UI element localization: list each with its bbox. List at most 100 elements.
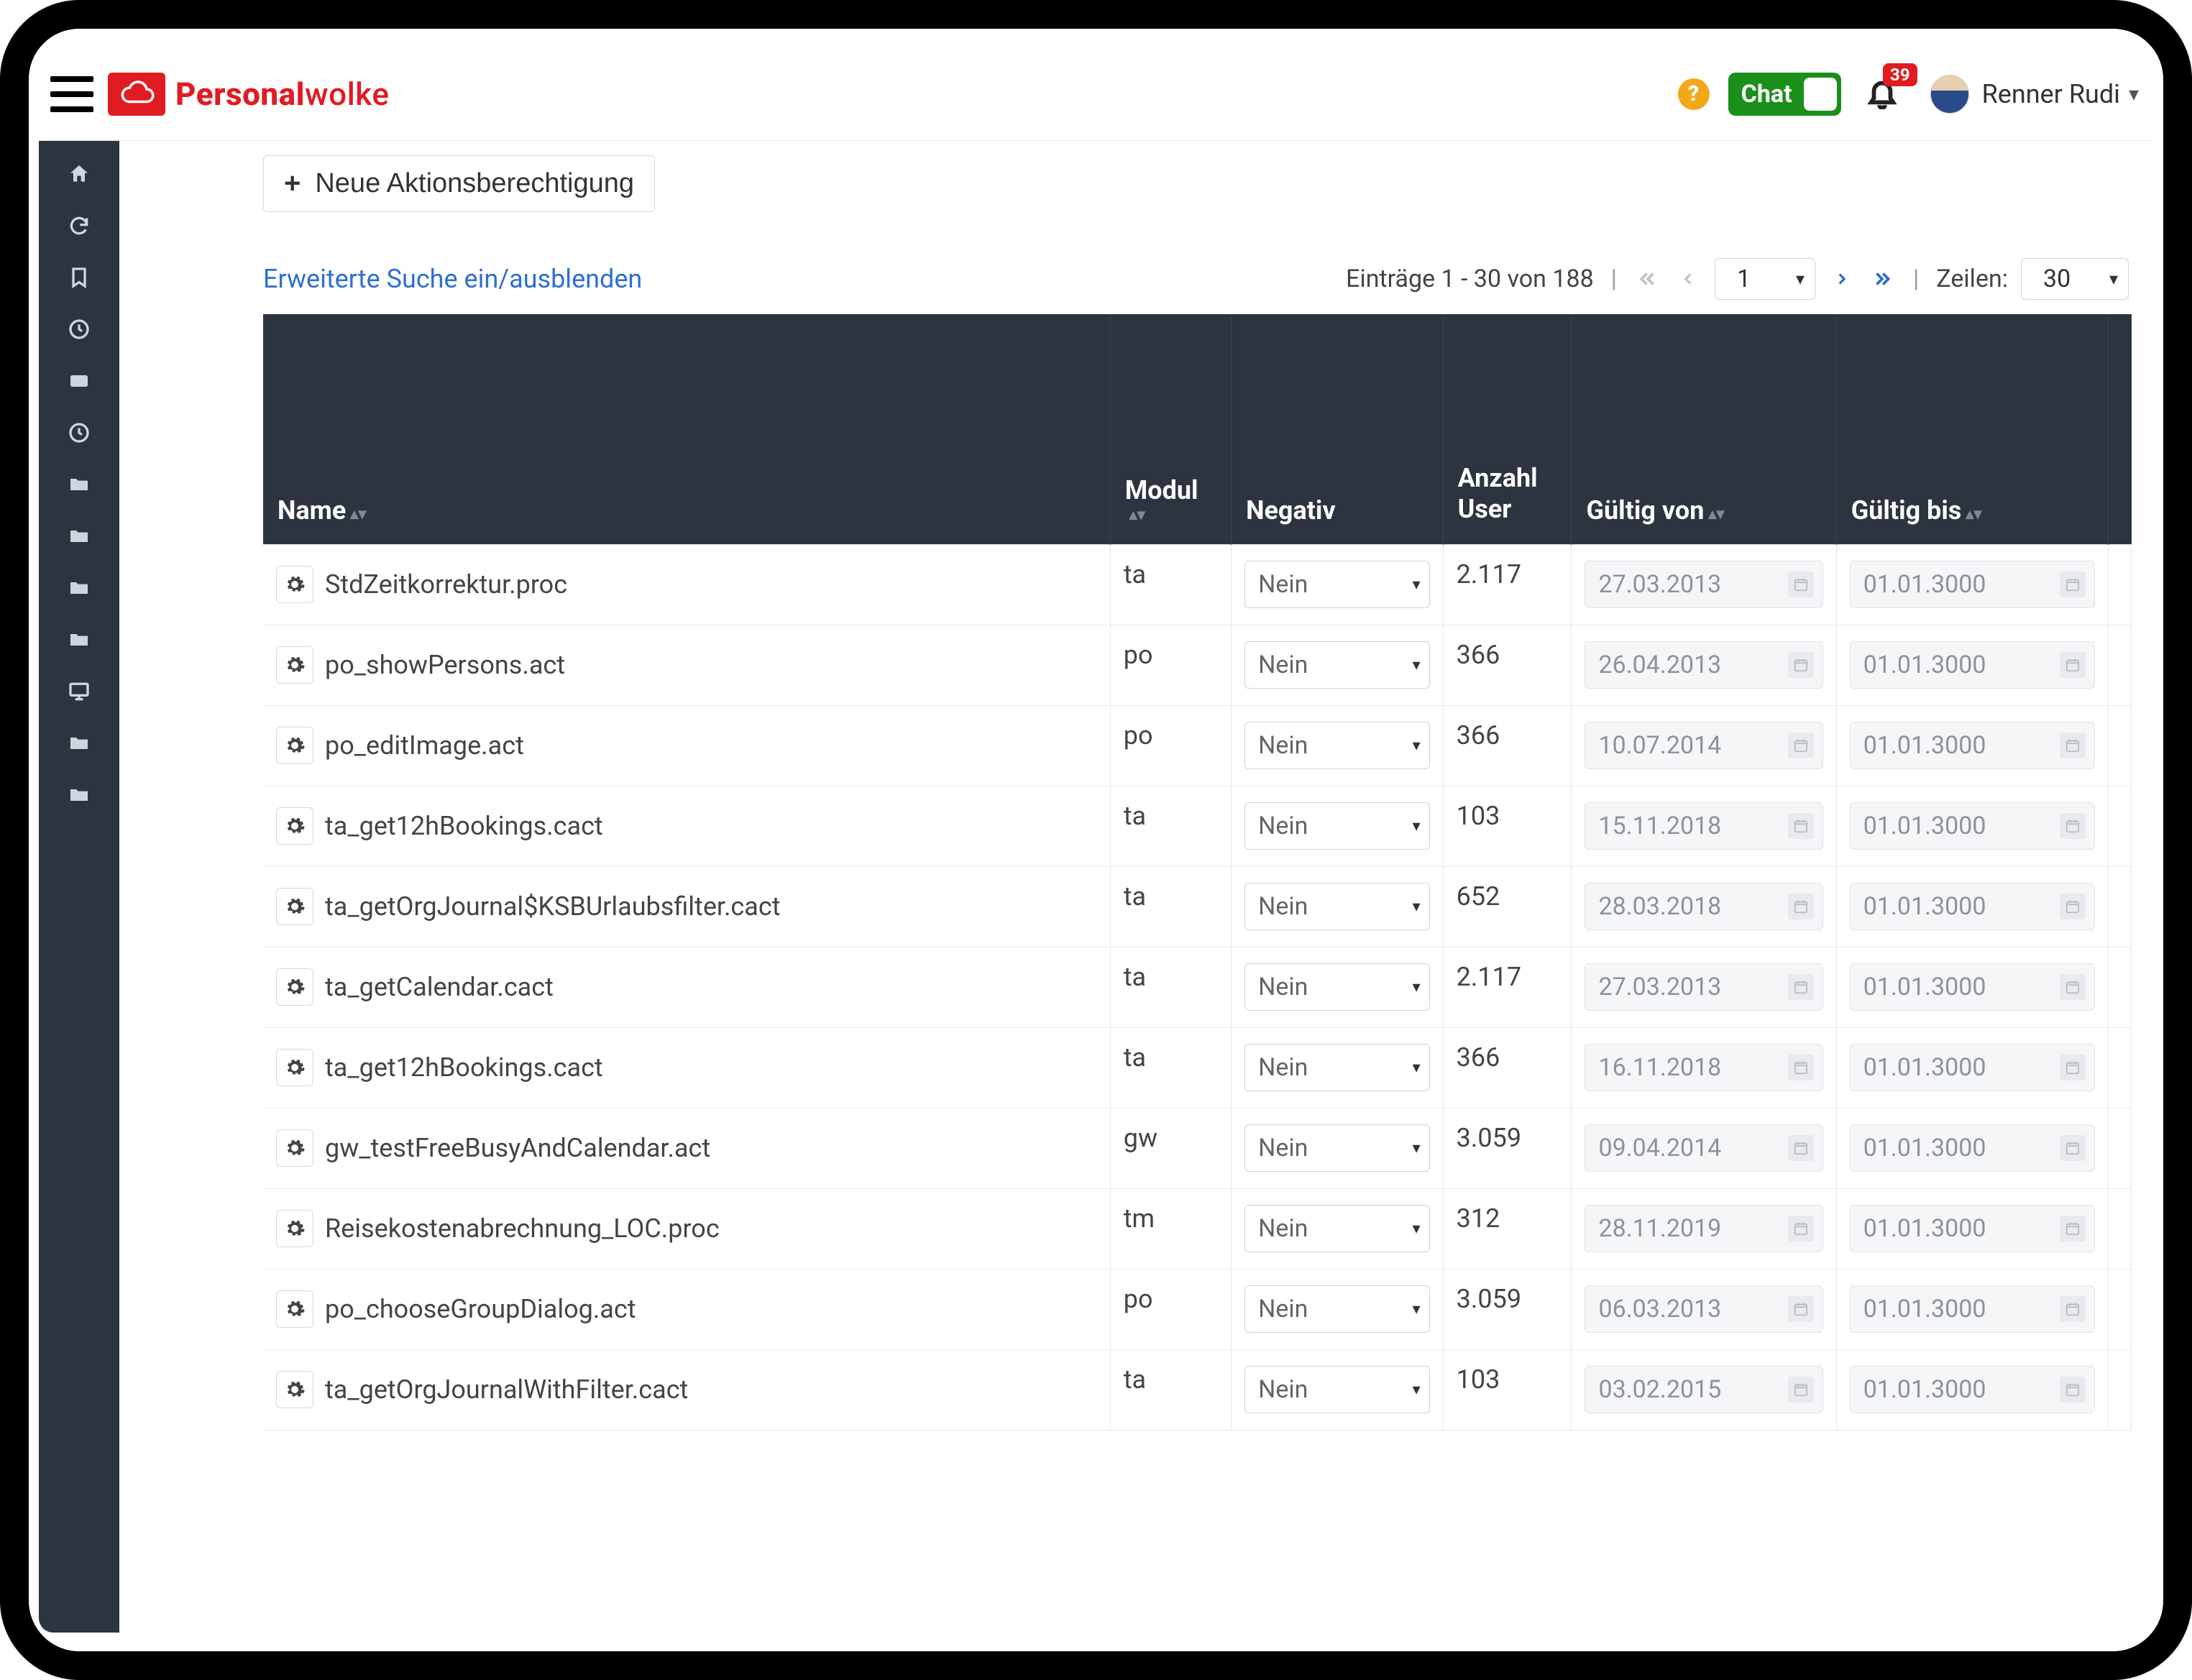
date-field[interactable]: 01.01.3000 [1850,802,2096,850]
calendar-icon [1788,1135,1814,1161]
row-settings-button[interactable] [276,1371,313,1408]
row-settings-button[interactable] [276,727,313,764]
row-settings-button[interactable] [276,646,313,684]
user-name[interactable]: Renner Rudi [1982,79,2120,109]
page-select[interactable]: 1 [1715,258,1815,300]
pager: Einträge 1 - 30 von 188 | 1 [1346,258,2129,300]
calendar-icon [1788,1216,1814,1241]
date-field[interactable]: 01.01.3000 [1850,1044,2096,1091]
date-field[interactable]: 01.01.3000 [1850,561,2096,608]
date-field[interactable]: 03.02.2015 [1585,1366,1822,1413]
date-field[interactable]: 01.01.3000 [1850,963,2096,1011]
row-users: 366 [1443,705,1572,786]
negative-select[interactable]: Nein [1244,963,1430,1011]
date-field[interactable]: 28.11.2019 [1585,1205,1822,1252]
row-settings-button[interactable] [276,888,313,925]
date-field[interactable]: 10.07.2014 [1585,722,1822,769]
negative-select[interactable]: Nein [1244,802,1430,850]
date-field[interactable]: 01.01.3000 [1850,1366,2096,1413]
date-field[interactable]: 06.03.2013 [1585,1285,1822,1333]
date-field[interactable]: 09.04.2014 [1585,1124,1822,1172]
separator: | [1909,265,1923,293]
row-settings-button[interactable] [276,1210,313,1247]
calendar-icon [2060,1296,2086,1322]
folder-icon[interactable] [68,732,91,755]
avatar[interactable] [1930,75,1969,114]
calendar-icon [1788,813,1814,839]
row-users: 3.059 [1443,1108,1572,1188]
folder-icon[interactable] [68,473,91,496]
row-settings-button[interactable] [276,1129,313,1167]
date-field[interactable]: 16.11.2018 [1585,1044,1822,1091]
row-name: ta_get12hBookings.cact [325,811,603,841]
bookmark-icon[interactable] [68,266,91,289]
negative-select[interactable]: Nein [1244,883,1430,930]
row-users: 2.117 [1443,544,1572,625]
table-row: po_showPersons.act po Nein 366 26.04.201… [263,625,2132,705]
folder-icon[interactable] [68,525,91,548]
negative-select[interactable]: Nein [1244,722,1430,769]
new-action-button[interactable]: + Neue Aktionsberechtigung [263,155,655,212]
date-field[interactable]: 01.01.3000 [1850,1124,2096,1172]
col-header-negative[interactable]: Negativ [1232,314,1444,544]
brand-logo[interactable] [108,73,165,116]
table-row: gw_testFreeBusyAndCalendar.act gw Nein 3… [263,1108,2132,1188]
negative-select[interactable]: Nein [1244,561,1430,608]
main-content: + Neue Aktionsberechtigung Erweiterte Su… [119,141,2153,1633]
chat-toggle[interactable]: Chat [1728,73,1841,116]
date-field[interactable]: 15.11.2018 [1585,802,1822,850]
col-header-name[interactable]: Name▴▾ [263,314,1110,544]
col-header-users[interactable]: AnzahlUser [1443,314,1572,544]
date-field[interactable]: 01.01.3000 [1850,722,2096,769]
date-field[interactable]: 01.01.3000 [1850,1205,2096,1252]
negative-select[interactable]: Nein [1244,1124,1430,1172]
folder-icon[interactable] [68,577,91,600]
row-users: 2.117 [1443,947,1572,1027]
row-settings-button[interactable] [276,1049,313,1086]
row-settings-button[interactable] [276,1290,313,1328]
date-field[interactable]: 01.01.3000 [1850,883,2096,930]
help-icon[interactable]: ? [1678,78,1710,110]
negative-select[interactable]: Nein [1244,641,1430,689]
table-row: Reisekostenabrechnung_LOC.proc tm Nein 3… [263,1188,2132,1269]
first-page-button[interactable] [1634,265,1661,293]
row-settings-button[interactable] [276,566,313,603]
table-row: ta_get12hBookings.cact ta Nein 366 16.11… [263,1027,2132,1108]
date-field[interactable]: 01.01.3000 [1850,1285,2096,1333]
date-field[interactable]: 26.04.2013 [1585,641,1822,689]
negative-select[interactable]: Nein [1244,1285,1430,1333]
folder-icon[interactable] [68,628,91,651]
folder-icon[interactable] [68,784,91,807]
col-header-module[interactable]: Modul▴▾ [1110,314,1231,544]
row-users: 312 [1443,1188,1572,1269]
row-settings-button[interactable] [276,807,313,845]
notifications-button[interactable]: 39 [1866,76,1902,112]
card-icon[interactable] [68,369,91,393]
clock-icon[interactable] [68,318,91,341]
refresh-icon[interactable] [68,214,91,237]
separator: | [1607,265,1621,293]
negative-select[interactable]: Nein [1244,1205,1430,1252]
home-icon[interactable] [68,162,91,185]
rows-per-page-select[interactable]: 30 [2021,258,2129,300]
next-page-button[interactable] [1828,265,1856,293]
negative-select[interactable]: Nein [1244,1366,1430,1413]
prev-page-button[interactable] [1674,265,1702,293]
date-field[interactable]: 01.01.3000 [1850,641,2096,689]
monitor-icon[interactable] [68,680,91,703]
col-header-valid-from[interactable]: Gültig von▴▾ [1572,314,1836,544]
date-field[interactable]: 28.03.2018 [1585,883,1822,930]
menu-toggle-icon[interactable] [50,76,93,112]
col-header-valid-to[interactable]: Gültig bis▴▾ [1836,314,2109,544]
date-field[interactable]: 27.03.2013 [1585,561,1822,608]
chevron-down-icon[interactable]: ▾ [2129,82,2139,106]
calendar-icon [2060,652,2086,678]
last-page-button[interactable] [1868,265,1896,293]
clock-icon[interactable] [68,421,91,444]
row-settings-button[interactable] [276,968,313,1006]
row-module: po [1110,625,1231,705]
toggle-extended-search-link[interactable]: Erweiterte Suche ein/ausblenden [263,264,642,294]
date-field[interactable]: 27.03.2013 [1585,963,1822,1011]
negative-select[interactable]: Nein [1244,1044,1430,1091]
row-users: 366 [1443,625,1572,705]
